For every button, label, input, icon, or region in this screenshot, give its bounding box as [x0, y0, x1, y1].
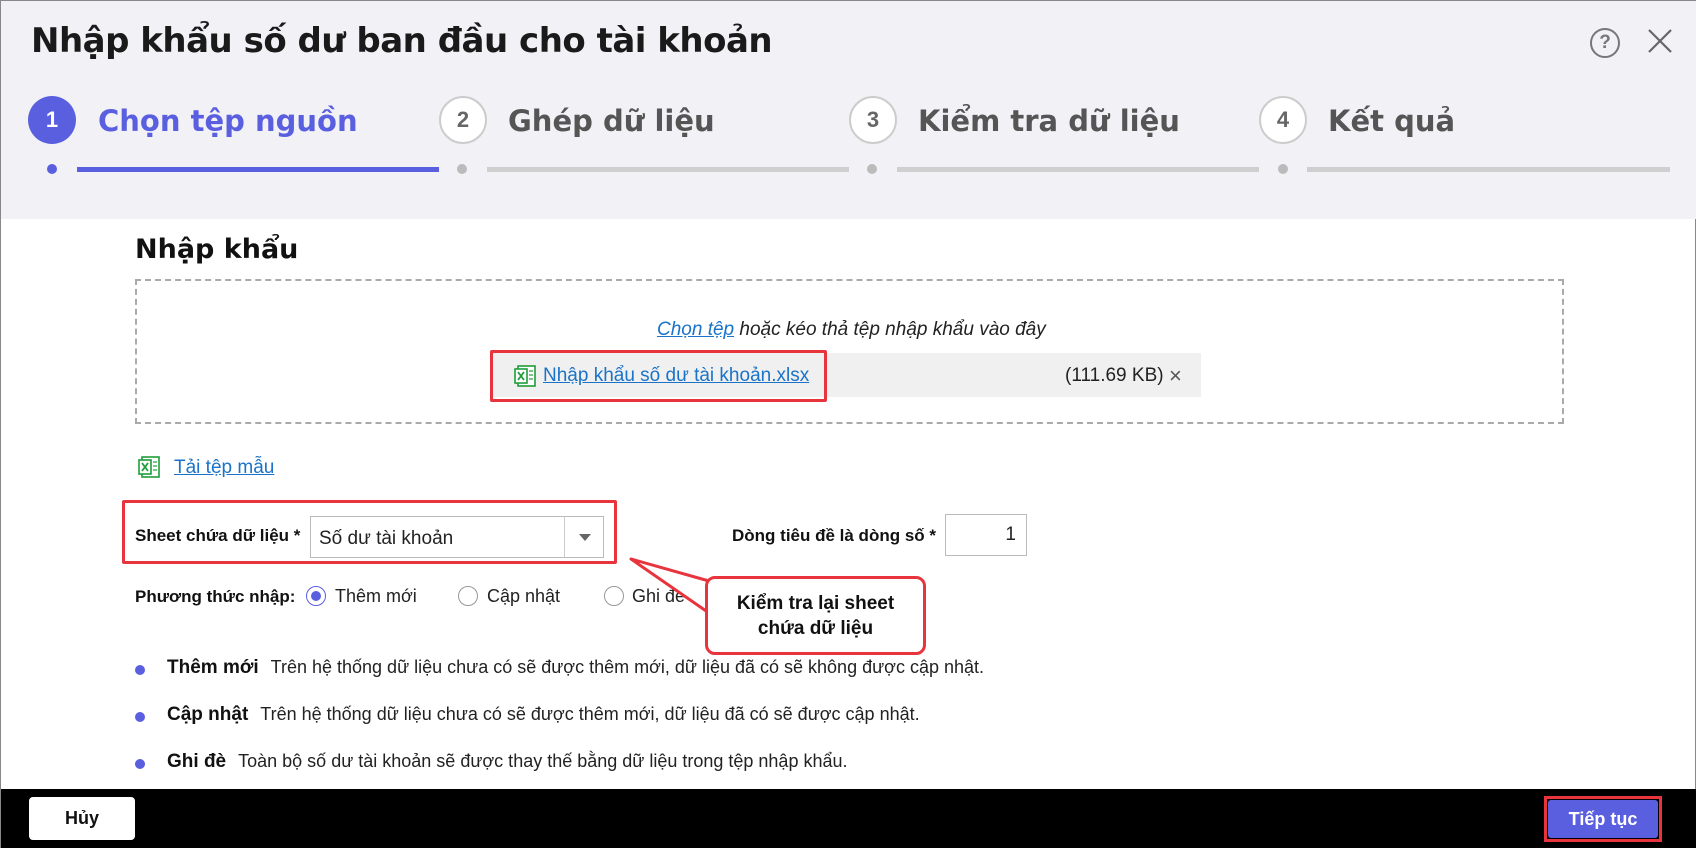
desc-overwrite: Ghi đè Toàn bộ số dư tài khoản sẽ được th… [167, 751, 848, 773]
help-icon[interactable]: ? [1590, 28, 1620, 58]
desc-overwrite-title: Ghi đè [167, 751, 227, 772]
step-4-dot [1278, 164, 1288, 174]
header-row-label: Dòng tiêu đề là dòng số * [732, 526, 936, 545]
drop-hint-text: hoặc kéo thả tệp nhập khẩu vào đây [739, 319, 1046, 340]
radio-add-new-label[interactable]: Thêm mới [335, 586, 417, 607]
import-method-label: Phương thức nhập: [135, 587, 296, 606]
bullet-icon [135, 712, 145, 722]
radio-update[interactable] [458, 586, 478, 606]
step-1-number: 1 [28, 96, 76, 144]
close-icon[interactable] [1644, 25, 1676, 57]
step-2-progress-bar [487, 167, 849, 172]
step-1-progress-bar [77, 167, 439, 172]
bullet-icon [135, 665, 145, 675]
step-4-progress-bar [1307, 167, 1670, 172]
desc-update: Cập nhật Trên hệ thống dữ liệu chưa có sẽ… [167, 704, 920, 726]
desc-add-new-title: Thêm mới [167, 657, 259, 678]
callout-line-2: chứa dữ liệu [757, 617, 874, 639]
excel-template-icon [138, 456, 160, 478]
sheet-highlight-box [122, 500, 617, 564]
desc-overwrite-text: Toàn bộ số dư tài khoản sẽ được thay thế… [238, 751, 848, 771]
file-dropzone[interactable] [135, 279, 1564, 424]
step-3-dot [867, 164, 877, 174]
step-3-progress-bar [897, 167, 1259, 172]
drop-hint: Chọn tệp hoặc kéo thả tệp nhập khẩu vào … [657, 319, 1046, 341]
step-2-number: 2 [439, 96, 487, 144]
step-2-dot [457, 164, 467, 174]
radio-overwrite[interactable] [604, 586, 624, 606]
radio-add-new[interactable] [306, 586, 326, 606]
desc-add-new-text: Trên hệ thống dữ liệu chưa có sẽ được th… [270, 657, 985, 677]
remove-file-icon[interactable]: × [1169, 363, 1182, 389]
desc-update-title: Cập nhật [167, 704, 249, 725]
step-3-label: Kiểm tra dữ liệu [918, 104, 1180, 138]
step-1-label: Chọn tệp nguồn [98, 104, 358, 138]
import-dialog: Nhập khẩu số dư ban đầu cho tài khoản ? … [0, 0, 1696, 848]
header-row-input[interactable]: 1 [945, 514, 1027, 556]
step-3-number: 3 [849, 96, 897, 144]
radio-update-label[interactable]: Cập nhật [487, 586, 560, 607]
step-2-label: Ghép dữ liệu [508, 104, 715, 138]
file-highlight-box [490, 350, 827, 402]
dialog-header: Nhập khẩu số dư ban đầu cho tài khoản ? … [1, 1, 1696, 219]
desc-update-text: Trên hệ thống dữ liệu chưa có sẽ được th… [260, 704, 920, 724]
dialog-footer [1, 789, 1696, 848]
callout-note: Kiểm tra lại sheet chứa dữ liệu [705, 576, 926, 655]
uploaded-file-size: (111.69 KB) [1065, 365, 1164, 386]
desc-add-new: Thêm mới Trên hệ thống dữ liệu chưa có sẽ… [167, 657, 984, 679]
callout-line-1: Kiểm tra lại sheet [736, 592, 895, 614]
step-4-label: Kết quả [1328, 104, 1456, 138]
download-template-link[interactable]: Tải tệp mẫu [174, 457, 274, 479]
cancel-button[interactable]: Hủy [29, 797, 135, 840]
continue-button[interactable]: Tiếp tục [1548, 800, 1658, 838]
bullet-icon [135, 759, 145, 769]
step-1-dot [47, 164, 57, 174]
choose-file-link[interactable]: Chọn tệp [657, 319, 734, 340]
dialog-title: Nhập khẩu số dư ban đầu cho tài khoản [31, 21, 773, 61]
section-title: Nhập khẩu [135, 234, 299, 265]
radio-overwrite-label[interactable]: Ghi đè [632, 586, 685, 607]
step-4-number: 4 [1259, 96, 1307, 144]
